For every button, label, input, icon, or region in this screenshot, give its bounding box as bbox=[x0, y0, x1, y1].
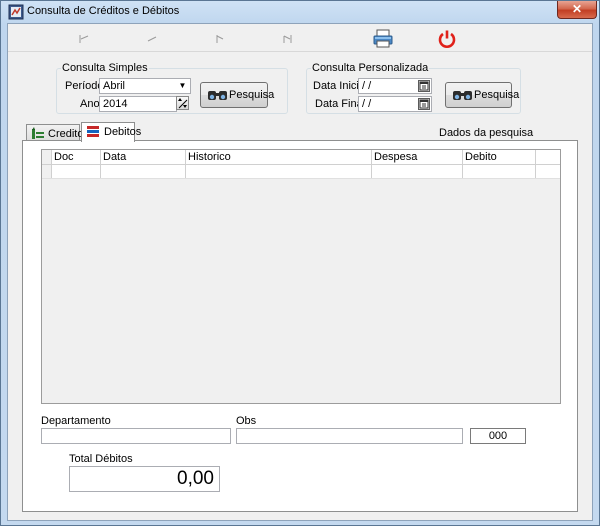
column-header-debito[interactable]: Debito bbox=[463, 150, 536, 164]
total-debitos-value: 0,00 bbox=[69, 466, 220, 492]
ano-input[interactable]: 2014 bbox=[99, 96, 177, 112]
departamento-field[interactable] bbox=[41, 428, 231, 444]
ano-label: Ano bbox=[80, 98, 100, 110]
close-button[interactable]: ✕ bbox=[557, 1, 597, 19]
column-header-doc[interactable]: Doc bbox=[52, 150, 101, 164]
cell-debito[interactable] bbox=[463, 165, 536, 178]
pesquisa-simples-button[interactable]: Pesquisa bbox=[200, 82, 274, 108]
tab-debitos-label: Debitos bbox=[104, 126, 142, 138]
first-record-icon[interactable] bbox=[78, 33, 90, 45]
calendar-icon[interactable] bbox=[418, 80, 430, 92]
binoculars-icon bbox=[207, 88, 229, 102]
client-area: Consulta Simples Período Abril ▼ Ano 201… bbox=[7, 23, 593, 521]
cell-data[interactable] bbox=[101, 165, 186, 178]
column-header-data[interactable]: Data bbox=[101, 150, 186, 164]
ano-spinner[interactable] bbox=[176, 96, 189, 110]
table-row[interactable] bbox=[42, 165, 560, 179]
row-indicator-header bbox=[42, 150, 52, 164]
obs-label: Obs bbox=[236, 415, 257, 427]
column-header-despesa[interactable]: Despesa bbox=[372, 150, 463, 164]
cell-doc[interactable] bbox=[52, 165, 101, 178]
data-final-input[interactable]: / / bbox=[358, 96, 432, 112]
printer-icon[interactable] bbox=[372, 29, 394, 49]
spin-arrows-icon bbox=[178, 98, 188, 109]
last-record-icon[interactable] bbox=[282, 33, 294, 45]
title-bar[interactable]: Consulta de Créditos e Débitos ✕ bbox=[1, 1, 599, 23]
data-final-value: / / bbox=[362, 98, 372, 110]
grid-header: Doc Data Historico Despesa Debito bbox=[42, 150, 560, 165]
pesquisa-personalizada-label: Pesquisa bbox=[474, 89, 520, 101]
column-header-historico[interactable]: Historico bbox=[186, 150, 372, 164]
data-inicio-input[interactable]: / / bbox=[358, 78, 432, 94]
chevron-down-icon[interactable]: ▼ bbox=[175, 79, 190, 93]
window-title: Consulta de Créditos e Débitos bbox=[27, 5, 180, 17]
total-debitos-label: Total Débitos bbox=[69, 453, 133, 465]
row-indicator[interactable] bbox=[42, 165, 52, 178]
toolbar-separator bbox=[8, 51, 592, 52]
consulta-personalizada-legend: Consulta Personalizada bbox=[312, 62, 429, 74]
debit-icon bbox=[86, 125, 100, 138]
app-icon bbox=[8, 4, 24, 20]
tab-debitos[interactable]: Debitos bbox=[81, 122, 141, 142]
periodo-label: Período bbox=[65, 80, 104, 92]
previous-record-icon[interactable] bbox=[146, 33, 158, 45]
next-record-icon[interactable] bbox=[214, 33, 226, 45]
pesquisa-personalizada-button[interactable]: Pesquisa bbox=[445, 82, 519, 108]
calendar-icon[interactable] bbox=[418, 98, 430, 110]
credit-icon bbox=[31, 127, 45, 140]
close-icon: ✕ bbox=[571, 2, 583, 16]
pesquisa-simples-label: Pesquisa bbox=[229, 89, 275, 101]
debitos-panel: Doc Data Historico Despesa Debito Depart… bbox=[22, 140, 578, 512]
ano-value: 2014 bbox=[103, 98, 128, 110]
departamento-label: Departamento bbox=[41, 415, 111, 427]
periodo-value: Abril bbox=[103, 80, 126, 92]
cell-despesa[interactable] bbox=[372, 165, 463, 178]
periodo-select[interactable]: Abril ▼ bbox=[99, 78, 191, 94]
data-inicio-value: / / bbox=[362, 80, 372, 92]
dados-da-pesquisa-label: Dados da pesquisa bbox=[439, 127, 534, 139]
consulta-simples-legend: Consulta Simples bbox=[62, 62, 148, 74]
record-count-box: 000 bbox=[470, 428, 526, 444]
main-window: Consulta de Créditos e Débitos ✕ Consult… bbox=[0, 0, 600, 526]
cell-historico[interactable] bbox=[186, 165, 372, 178]
power-icon[interactable] bbox=[436, 29, 458, 49]
obs-field[interactable] bbox=[236, 428, 463, 444]
debitos-grid[interactable]: Doc Data Historico Despesa Debito bbox=[41, 149, 561, 404]
binoculars-icon bbox=[452, 88, 474, 102]
